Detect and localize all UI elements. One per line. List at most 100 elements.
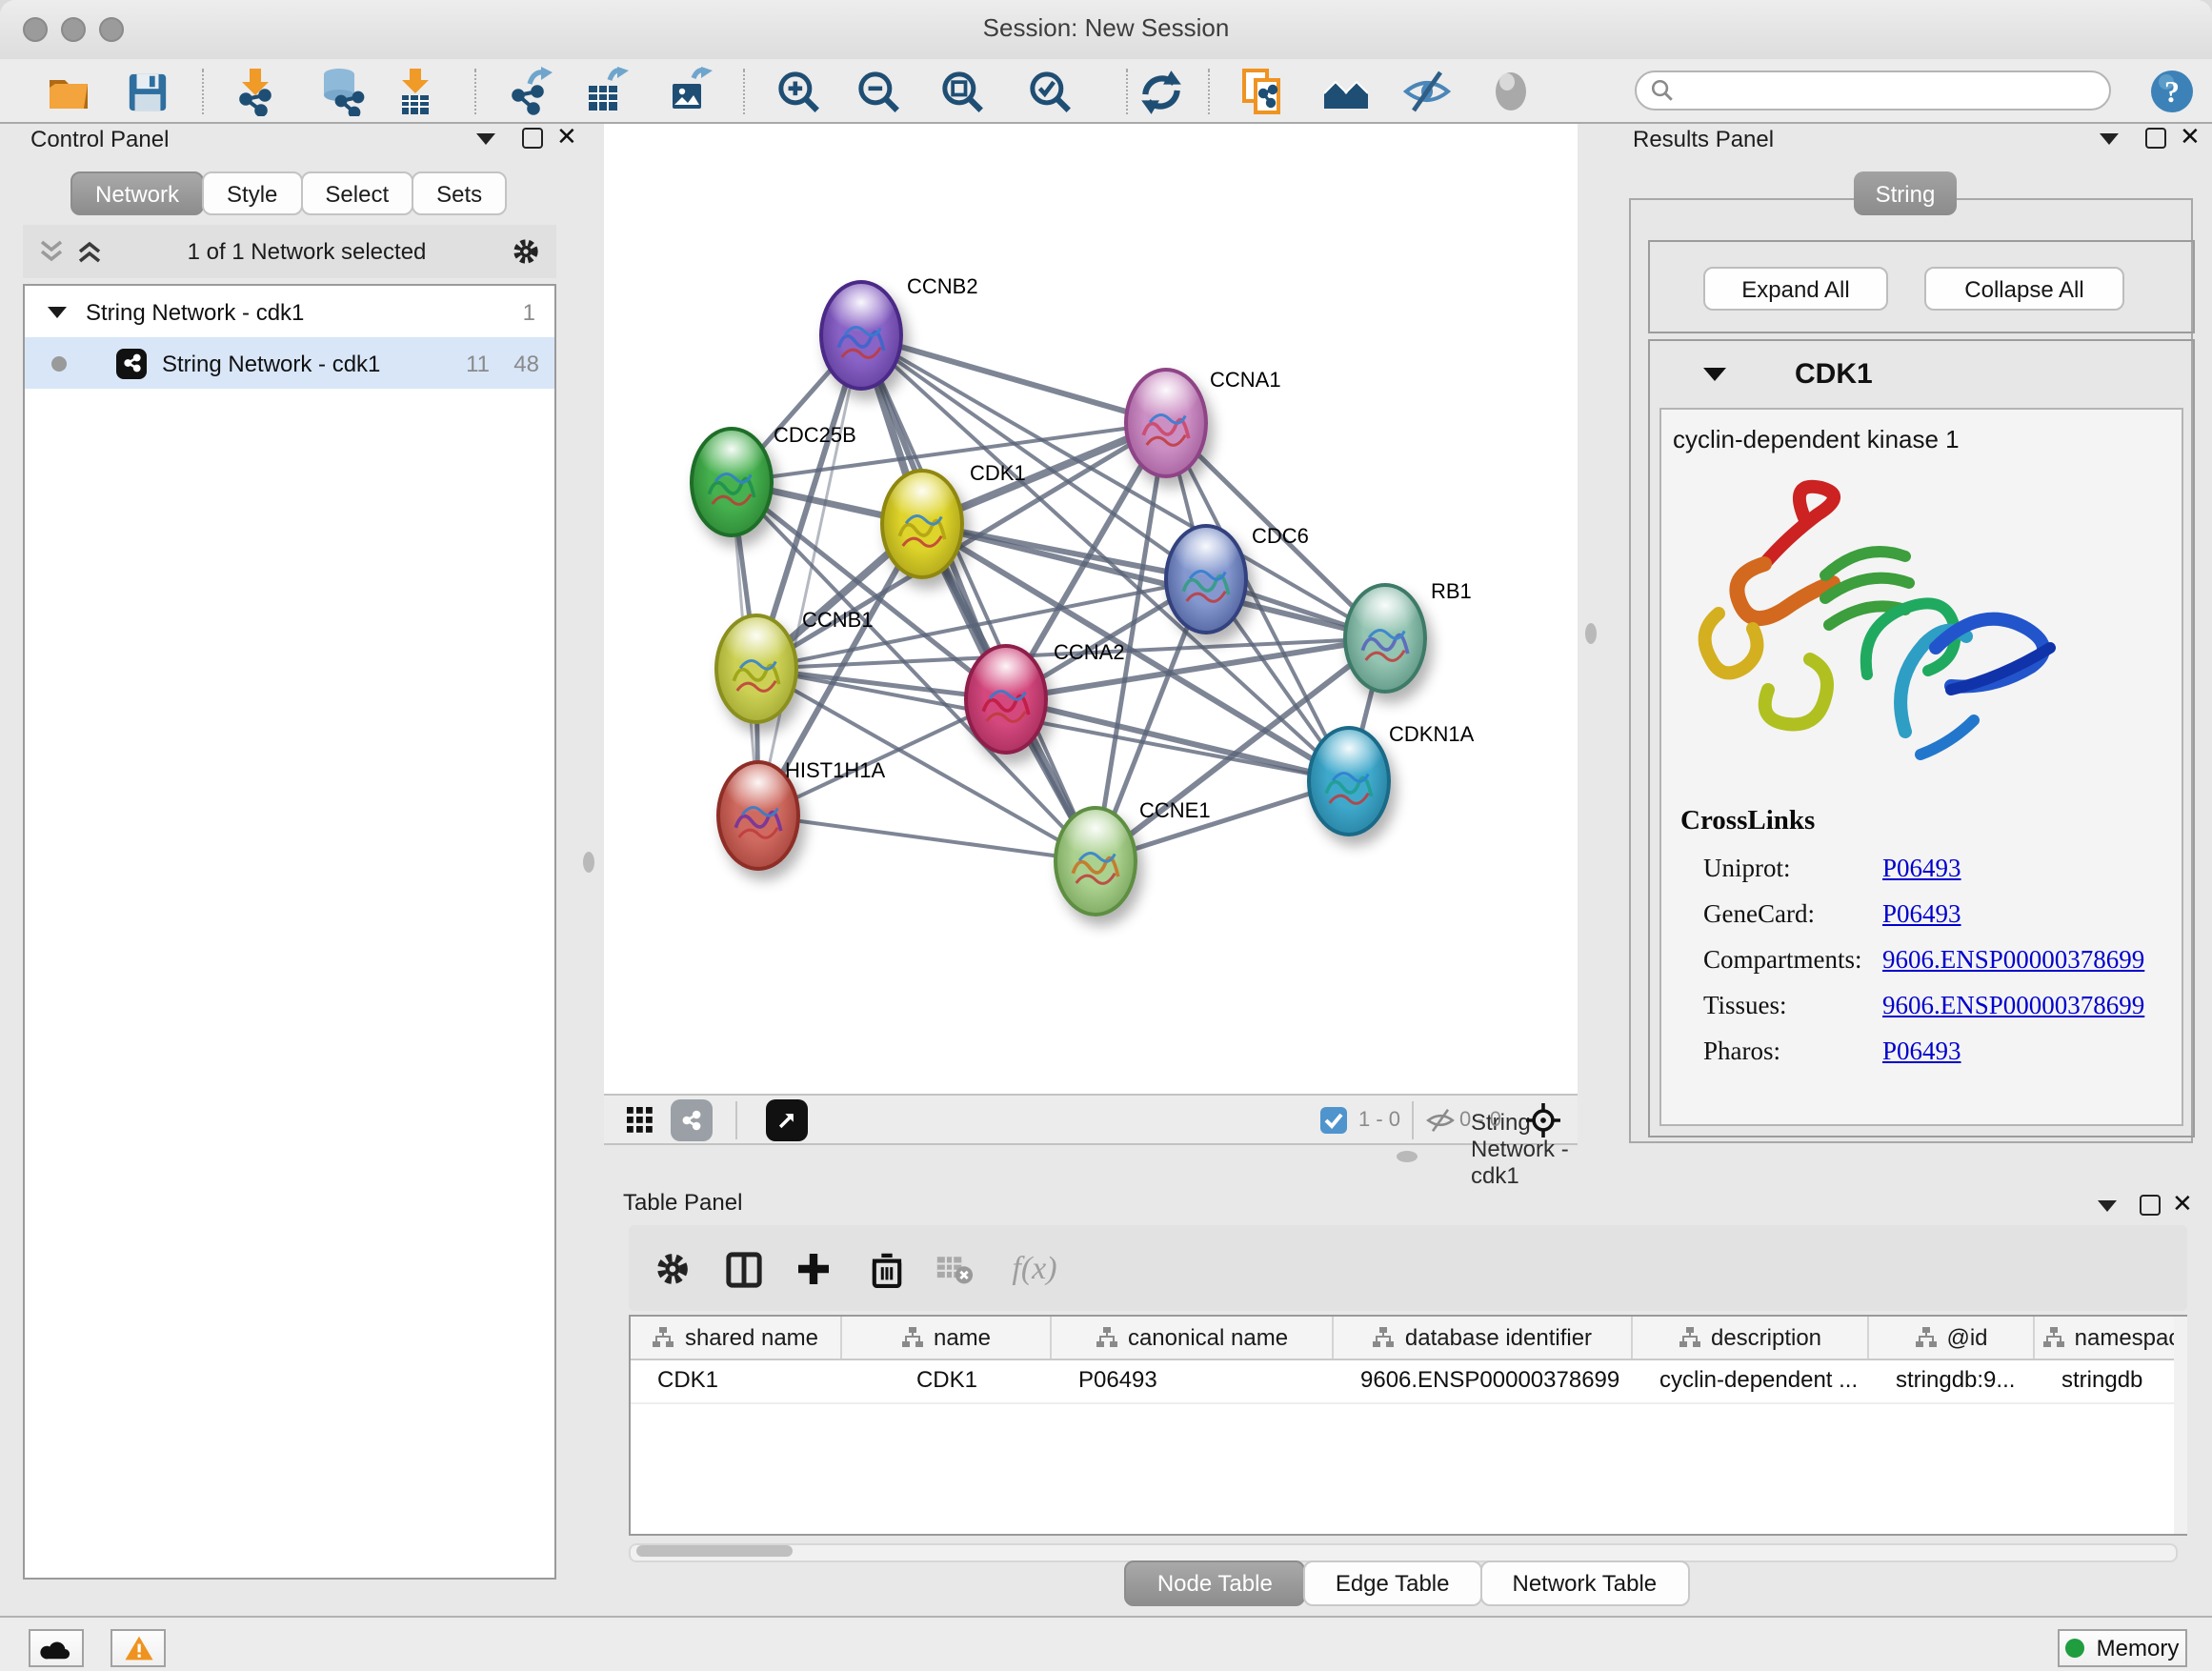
crosslink-link[interactable]: P06493	[1882, 854, 1961, 884]
create-column-button[interactable]	[789, 1244, 838, 1294]
toolbar-separator	[474, 69, 476, 114]
control-panel-maximize-button[interactable]	[522, 128, 543, 149]
results-panel-float-button[interactable]	[2100, 133, 2119, 145]
table-cell[interactable]: stringdb:9...	[1869, 1360, 2035, 1402]
warnings-button[interactable]	[111, 1629, 166, 1667]
table-panel-float-button[interactable]	[2098, 1200, 2117, 1212]
protein-collapse-caret[interactable]	[1703, 368, 1726, 381]
selected-checkbox[interactable]	[1318, 1099, 1347, 1141]
search-input[interactable]	[1675, 77, 2109, 104]
table-cell[interactable]: CDK1	[842, 1360, 1052, 1402]
network-node-cdk1[interactable]	[880, 469, 964, 579]
zoom-out-button[interactable]	[852, 65, 905, 118]
fit-selected-button[interactable]	[1522, 1099, 1564, 1141]
control-panel-float-button[interactable]	[476, 133, 495, 145]
network-node-cdc6[interactable]	[1164, 524, 1248, 634]
column-header-canonical-name[interactable]: canonical name	[1052, 1317, 1334, 1359]
table-panel-title: Table Panel	[623, 1189, 742, 1216]
results-panel-maximize-button[interactable]	[2145, 128, 2166, 149]
show-all-button[interactable]	[1484, 65, 1538, 118]
table-panel-close-button[interactable]: ✕	[2172, 1195, 2193, 1214]
tab-string[interactable]: String	[1854, 171, 1957, 215]
table-cell[interactable]: P06493	[1052, 1360, 1334, 1402]
tab-select[interactable]: Select	[300, 171, 413, 215]
column-header-namespac[interactable]: namespac	[2035, 1317, 2187, 1359]
column-header--id[interactable]: @id	[1869, 1317, 2035, 1359]
hide-selected-button[interactable]	[1400, 65, 1454, 118]
network-node-ccna2[interactable]	[964, 644, 1048, 755]
network-canvas[interactable]: CCNB2CCNA1CDC25BCDK1CDC6RB1CCNB1CCNA2CDK…	[604, 124, 1578, 1094]
network-node-ccnb1[interactable]	[714, 614, 798, 724]
expand-all-networks-icon[interactable]	[76, 238, 103, 265]
table-cell[interactable]: cyclin-dependent ...	[1633, 1360, 1869, 1402]
show-hide-columns-button[interactable]	[718, 1244, 768, 1294]
control-panel-close-button[interactable]: ✕	[556, 128, 577, 147]
column-header-shared-name[interactable]: shared name	[631, 1317, 842, 1359]
search-box[interactable]	[1635, 70, 2111, 111]
zoom-in-button[interactable]	[772, 65, 825, 118]
network-options-gear-icon[interactable]	[511, 236, 541, 267]
tab-edge-table[interactable]: Edge Table	[1303, 1560, 1482, 1605]
crosslink-link[interactable]: 9606.ENSP00000378699	[1882, 991, 2144, 1021]
home-button[interactable]	[1318, 65, 1372, 118]
expand-all-button[interactable]: Expand All	[1703, 267, 1888, 311]
string-view-button[interactable]	[671, 1099, 713, 1141]
table-cell[interactable]: stringdb	[2035, 1360, 2187, 1402]
save-session-button[interactable]	[120, 65, 173, 118]
network-node-cdc25b[interactable]	[690, 427, 774, 537]
memory-button[interactable]: Memory	[2058, 1629, 2187, 1667]
cloud-status-button[interactable]	[29, 1629, 84, 1667]
network-node-rb1[interactable]	[1343, 583, 1427, 694]
apply-preferred-layout-button[interactable]	[1134, 65, 1187, 118]
tab-style[interactable]: Style	[202, 171, 302, 215]
function-builder-button[interactable]: f(x)	[1002, 1244, 1067, 1294]
column-header-description[interactable]: description	[1633, 1317, 1869, 1359]
delete-table-button[interactable]	[930, 1244, 979, 1294]
collapse-all-button[interactable]: Collapse All	[1924, 267, 2124, 311]
node-table[interactable]: shared namenamecanonical namedatabase id…	[629, 1315, 2187, 1536]
detach-view-button[interactable]	[766, 1099, 808, 1141]
import-network-from-file-button[interactable]	[229, 65, 282, 118]
table-vertical-scrollbar[interactable]	[2174, 1317, 2187, 1534]
network-row-selected[interactable]: String Network - cdk1 11 48	[25, 337, 554, 389]
table-cell[interactable]: 9606.ENSP00000378699	[1334, 1360, 1633, 1402]
open-session-button[interactable]	[42, 65, 95, 118]
crosslink-link[interactable]: P06493	[1882, 899, 1961, 930]
network-collection-row[interactable]: String Network - cdk1 1	[25, 286, 554, 337]
table-row[interactable]: CDK1CDK1P064939606.ENSP00000378699cyclin…	[631, 1360, 2185, 1404]
right-splitter-handle[interactable]	[1585, 623, 1597, 644]
protein-section-header[interactable]: CDK1	[1650, 341, 2193, 408]
column-header-name[interactable]: name	[842, 1317, 1052, 1359]
network-node-ccne1[interactable]	[1054, 806, 1137, 916]
collapse-all-networks-icon[interactable]	[38, 238, 65, 265]
import-network-from-database-button[interactable]	[316, 65, 370, 118]
new-network-from-selection-button[interactable]	[1237, 65, 1290, 118]
left-splitter-handle[interactable]	[583, 852, 594, 873]
export-table-button[interactable]	[581, 65, 634, 118]
export-network-button[interactable]	[505, 65, 558, 118]
tab-sets[interactable]: Sets	[412, 171, 507, 215]
delete-column-button[interactable]	[861, 1244, 911, 1294]
tab-network[interactable]: Network	[70, 171, 204, 215]
help-button[interactable]: ?	[2145, 65, 2199, 118]
table-options-button[interactable]	[648, 1244, 697, 1294]
network-node-cdkn1a[interactable]	[1307, 726, 1391, 836]
birdseye-view-button[interactable]	[619, 1099, 661, 1141]
bottom-splitter-handle[interactable]	[1397, 1151, 1418, 1162]
fit-content-button[interactable]	[935, 65, 989, 118]
network-node-ccna1[interactable]	[1124, 368, 1208, 478]
tab-node-table[interactable]: Node Table	[1125, 1560, 1305, 1605]
crosslink-link[interactable]: 9606.ENSP00000378699	[1882, 945, 2144, 976]
collection-expand-caret[interactable]	[48, 306, 67, 317]
zoom-selected-button[interactable]	[1023, 65, 1076, 118]
crosslink-link[interactable]: P06493	[1882, 1037, 1961, 1067]
column-header-database-identifier[interactable]: database identifier	[1334, 1317, 1633, 1359]
tab-network-table[interactable]: Network Table	[1480, 1560, 1690, 1605]
node-label: CDC6	[1252, 526, 1309, 549]
table-panel-maximize-button[interactable]	[2140, 1195, 2161, 1216]
export-image-button[interactable]	[665, 65, 718, 118]
import-table-from-file-button[interactable]	[389, 65, 442, 118]
network-node-ccnb2[interactable]	[819, 280, 903, 391]
results-panel-close-button[interactable]: ✕	[2180, 128, 2201, 147]
table-cell[interactable]: CDK1	[631, 1360, 842, 1402]
